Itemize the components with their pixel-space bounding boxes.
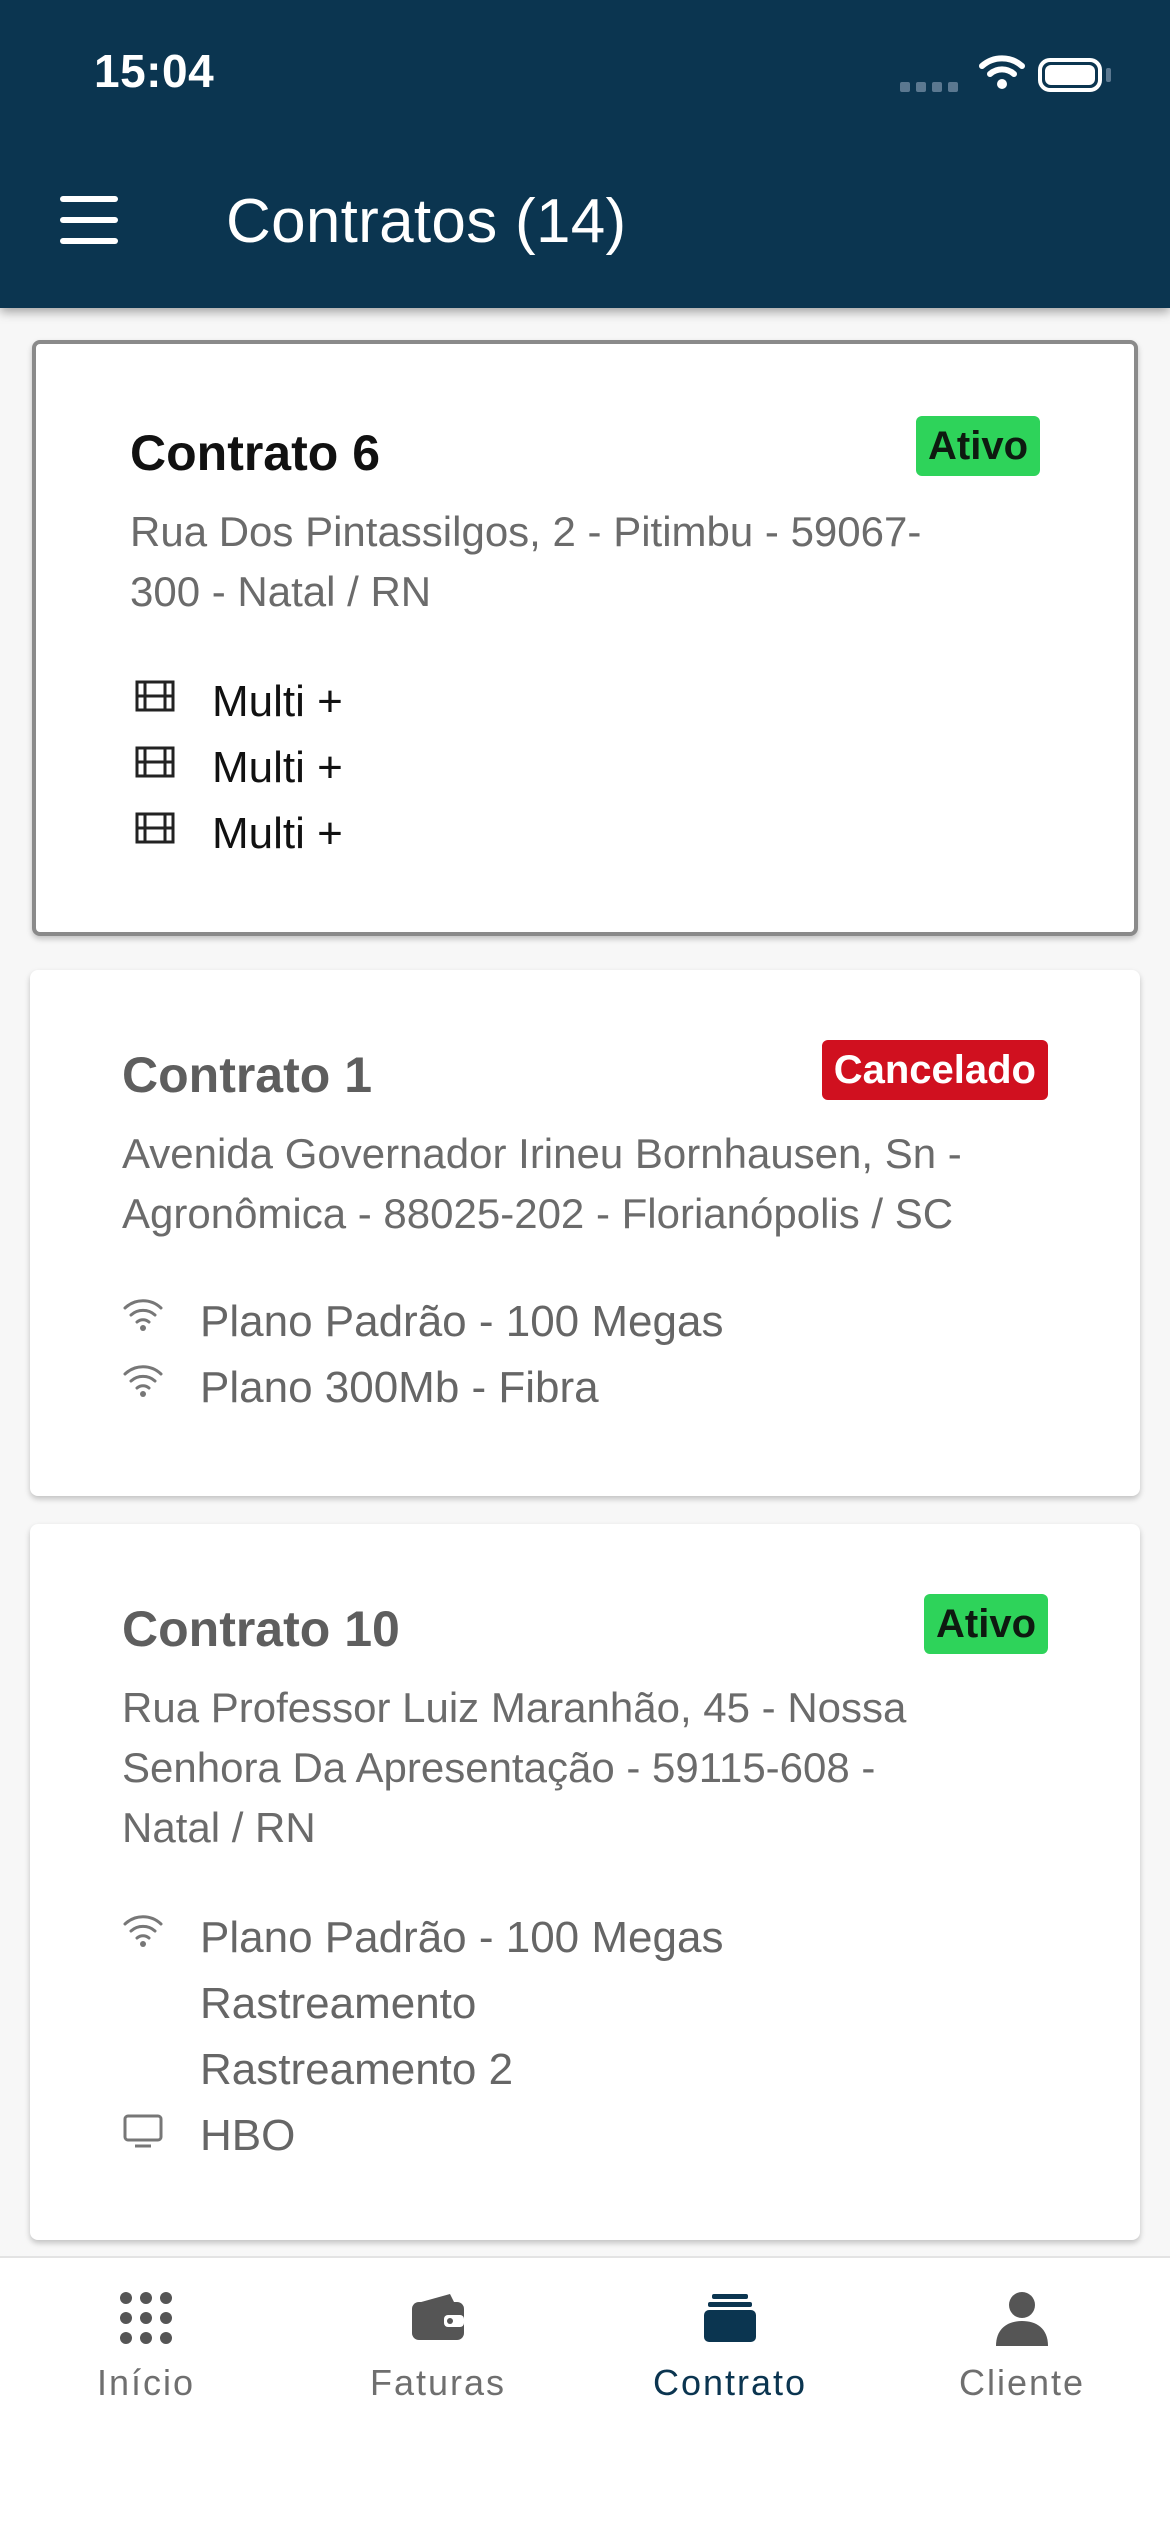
menu-button[interactable] — [54, 196, 124, 252]
app-header: 15:04 Contratos (14) — [0, 0, 1170, 308]
battery-icon — [1038, 58, 1102, 92]
address-line: Agronômica - 88025-202 - Florianópolis /… — [122, 1190, 954, 1237]
contract-address: Rua Professor Luiz Maranhão, 45 - Nossa … — [122, 1678, 1042, 1858]
status-time: 15:04 — [94, 45, 215, 97]
address-line: 300 - Natal / RN — [130, 568, 432, 615]
film-icon — [135, 812, 175, 844]
tab-label: Faturas — [369, 2362, 507, 2403]
service-label: Plano Padrão - 100 Megas — [200, 1297, 724, 1346]
address-line: Rua Dos Pintassilgos, 2 - Pitimbu - 5906… — [130, 508, 922, 555]
status-badge: Cancelado — [821, 1040, 1048, 1100]
service-label: Plano 300Mb - Fibra — [200, 1363, 599, 1412]
status-badge: Ativo — [916, 416, 1040, 476]
film-icon — [135, 680, 175, 712]
tab-label: Cliente — [958, 2362, 1086, 2403]
address-line: Avenida Governador Irineu Bornhausen, Sn… — [122, 1130, 962, 1177]
tab-contrato[interactable]: Contrato — [584, 2258, 876, 2418]
tab-label: Contrato — [652, 2362, 808, 2403]
address-line: Senhora Da Apresentação - 59115-608 - — [122, 1744, 876, 1791]
cellular-signal-icon — [900, 82, 960, 94]
contract-card[interactable]: Contrato 1 Cancelado Avenida Governador … — [30, 970, 1140, 1496]
stack-icon — [704, 2294, 756, 2342]
contract-card[interactable]: Contrato 6 Ativo Rua Dos Pintassilgos, 2… — [32, 340, 1138, 936]
service-label: Rastreamento — [200, 1979, 477, 2028]
wifi-icon — [123, 1299, 163, 1331]
contract-card[interactable]: Contrato 10 Ativo Rua Professor Luiz Mar… — [30, 1524, 1140, 2240]
bottom-tab-bar: Início Faturas Contrato Cliente — [0, 2256, 1170, 2534]
person-icon — [996, 2292, 1048, 2346]
contract-address: Rua Dos Pintassilgos, 2 - Pitimbu - 5906… — [130, 502, 1050, 622]
wifi-icon — [123, 1915, 163, 1947]
status-badge: Ativo — [924, 1594, 1048, 1654]
tab-faturas[interactable]: Faturas — [292, 2258, 584, 2418]
wallet-icon — [412, 2294, 464, 2340]
address-line: Rua Professor Luiz Maranhão, 45 - Nossa — [122, 1684, 907, 1731]
tv-icon — [123, 2114, 163, 2148]
tab-inicio[interactable]: Início — [0, 2258, 292, 2418]
contract-title: Contrato 6 — [130, 425, 380, 481]
wifi-icon — [123, 1365, 163, 1397]
contract-title: Contrato 1 — [122, 1047, 372, 1103]
contract-address: Avenida Governador Irineu Bornhausen, Sn… — [122, 1124, 1102, 1244]
tab-label: Início — [96, 2362, 196, 2403]
tab-cliente[interactable]: Cliente — [876, 2258, 1168, 2418]
service-label: Plano Padrão - 100 Megas — [200, 1913, 724, 1962]
grid-icon — [120, 2292, 172, 2344]
wifi-status-icon — [979, 55, 1025, 89]
film-icon — [135, 746, 175, 778]
service-label: HBO — [200, 2111, 296, 2160]
status-icons — [900, 48, 1114, 104]
battery-cap — [1106, 68, 1111, 82]
service-label: Multi + — [212, 743, 343, 792]
service-label: Rastreamento 2 — [200, 2045, 514, 2094]
page-title: Contratos (14) — [226, 187, 627, 256]
contract-title: Contrato 10 — [122, 1601, 400, 1657]
address-line: Natal / RN — [122, 1804, 316, 1851]
service-label: Multi + — [212, 677, 343, 726]
service-label: Multi + — [212, 809, 343, 858]
